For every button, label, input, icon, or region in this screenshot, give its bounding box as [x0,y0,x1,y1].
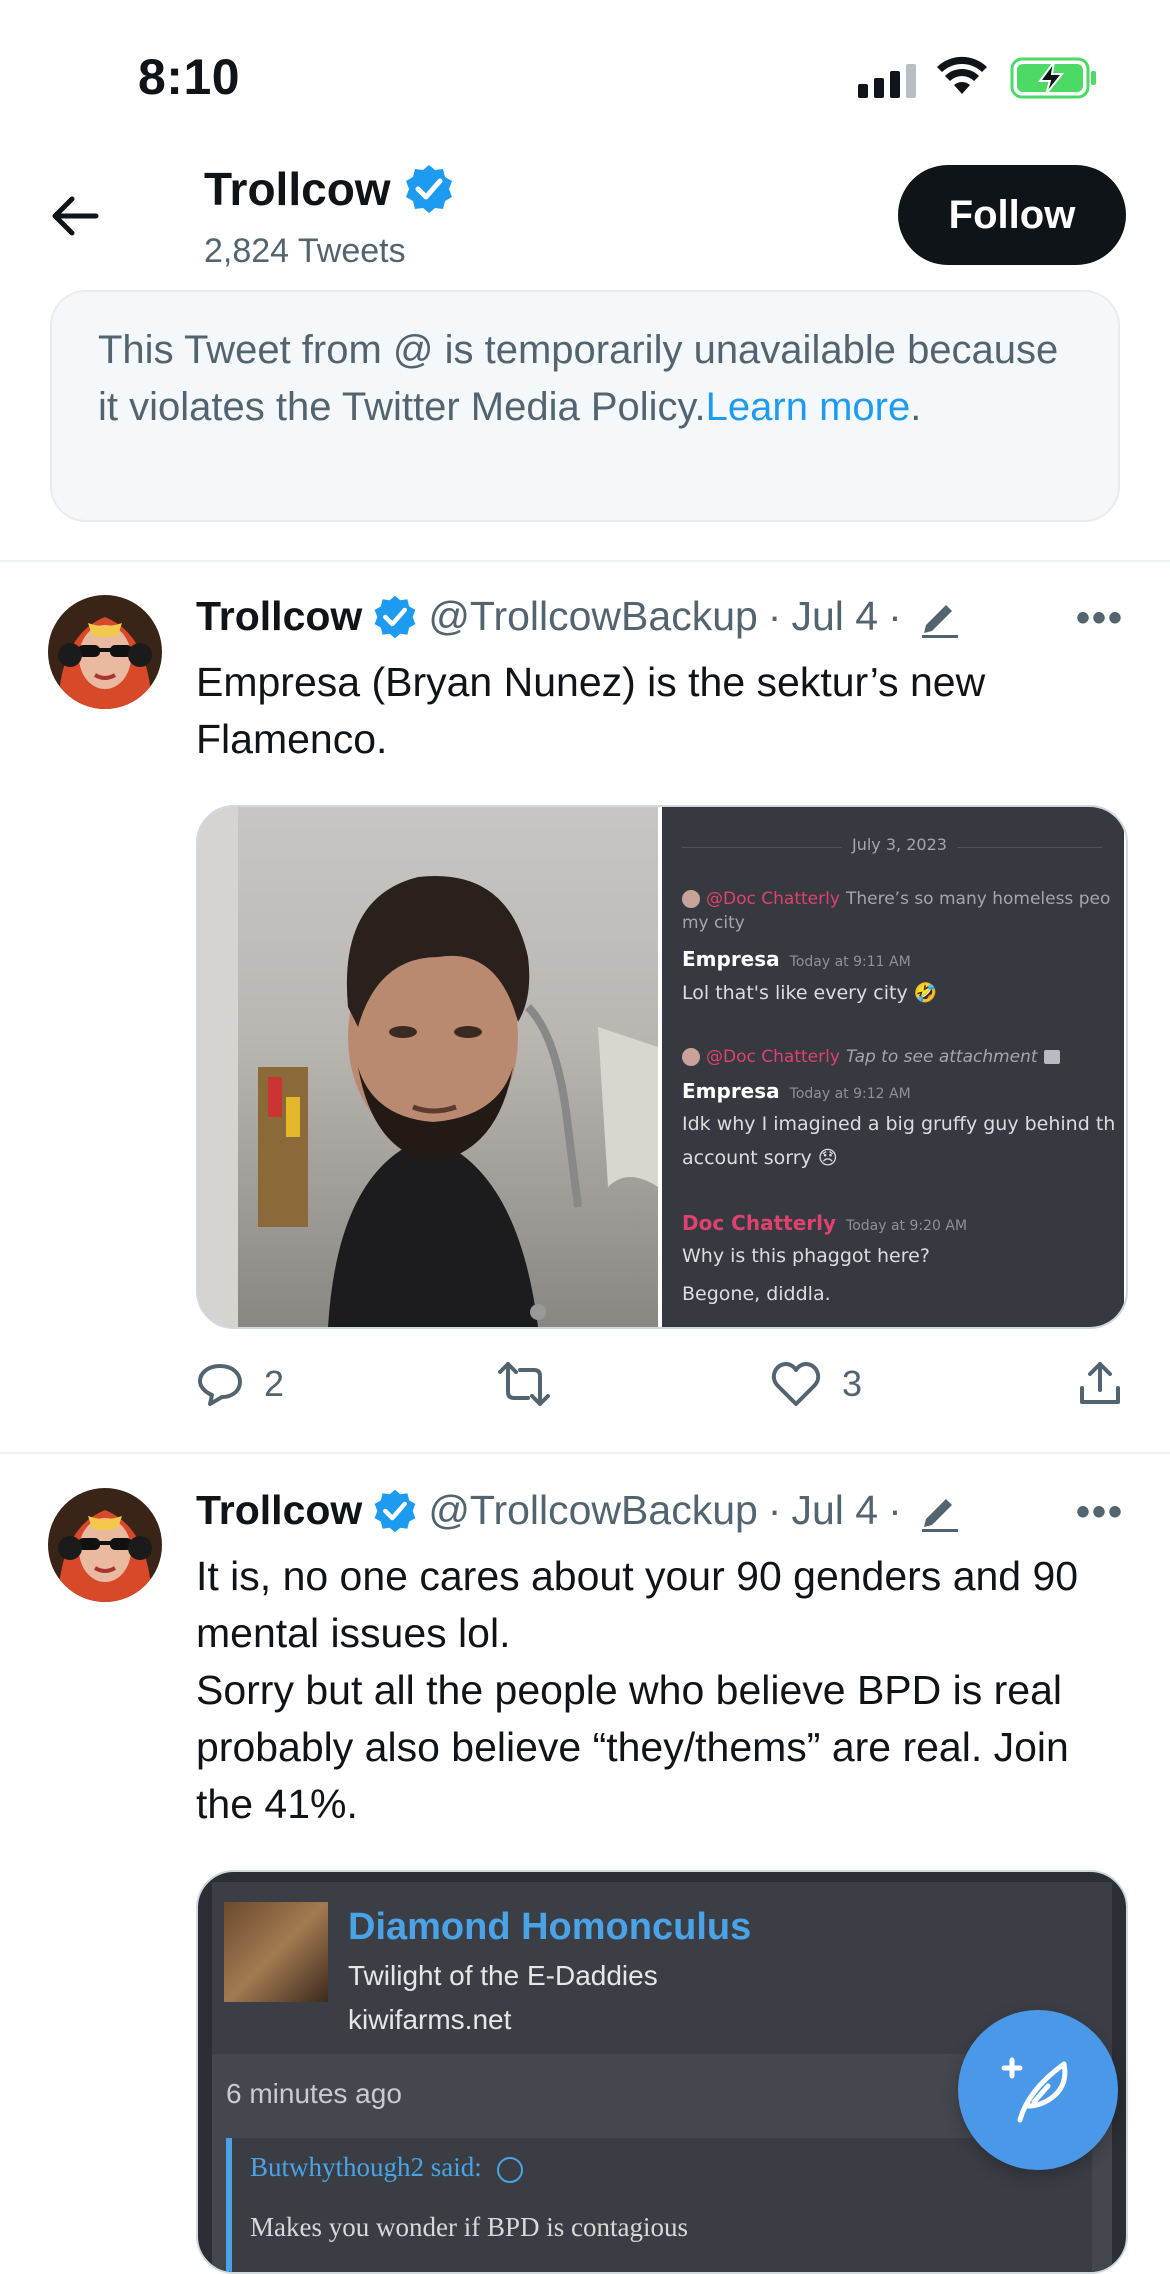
heart-icon [771,1362,821,1406]
post-time-ago: 6 minutes ago [226,2078,402,2109]
retweet-button[interactable] [496,1360,572,1408]
more-options-icon[interactable]: ••• [1076,1490,1124,1535]
tweet-date[interactable]: Jul 4 [791,1487,878,1534]
compose-tweet-button[interactable] [958,2010,1118,2170]
battery-charging-icon [1010,57,1096,99]
tweet-author-name[interactable]: Trollcow [196,593,362,640]
like-button[interactable]: 3 [770,1360,862,1408]
tweet-header: Trollcow @TrollcowBackup · Jul 4 · [196,1487,962,1534]
verified-badge-icon [374,595,416,638]
separator-dot: · [888,1487,902,1533]
quote-text: Makes you wonder if BPD is contagious [250,2212,688,2242]
discord-message-header: Doc Chatterly Today at 9:20 AM [682,1211,968,1235]
share-button[interactable] [1076,1360,1124,1408]
avatar[interactable] [48,595,162,709]
edited-pencil-icon[interactable] [918,595,962,639]
tweet-text: It is, no one cares about your 90 gender… [196,1553,1079,1827]
thread-subtitle: Twilight of the E-Daddies [348,1960,658,1991]
tweet-text: Empresa (Bryan Nunez) is the sektur’s ne… [196,659,986,762]
discord-screenshot[interactable]: July 3, 2023 @Doc Chatterly There’s so m… [658,807,1124,1327]
profile-name: Trollcow [204,163,391,215]
wifi-icon [937,56,987,94]
edited-pencil-icon[interactable] [918,1489,962,1533]
discord-reply-wrap: my city [682,913,745,933]
verified-badge-icon [374,1489,416,1532]
status-time: 8:10 [138,49,241,105]
learn-more-link[interactable]: Learn more [706,385,911,429]
separator-dot: · [888,593,902,639]
reply-button[interactable]: 2 [196,1360,284,1408]
verified-badge-icon [405,165,452,213]
tweet-media[interactable]: July 3, 2023 @Doc Chatterly There’s so m… [196,805,1128,1329]
notice-period: . [910,385,922,429]
profile-header-name: Trollcow [204,162,455,216]
image-attachment-icon [1043,1049,1060,1064]
discord-message-text: Idk why I imagined a big gruffy guy behi… [682,1113,1116,1135]
divider [0,560,1170,562]
avatar[interactable] [48,1488,162,1602]
arrow-up-circle-icon [496,2156,523,2183]
discord-message-text: Why is this phaggot here? [682,1245,930,1267]
card-domain: kiwifarms.net [348,2004,512,2035]
tweet-author-handle[interactable]: @TrollcowBackup [428,1487,757,1534]
discord-message-text: account sorry 😞 [682,1147,838,1169]
tweet-header: Trollcow @TrollcowBackup · Jul 4 · [196,593,962,640]
tweet-count: 2,824 Tweets [204,232,406,270]
divider [0,1452,1170,1454]
quote-author: Butwhythough2 said: [250,2152,523,2183]
separator-dot: · [767,1487,782,1533]
discord-reply-line: @Doc Chatterly Tap to see attachment [682,1045,1060,1067]
retweet-icon [498,1362,550,1406]
cellular-signal-icon [858,60,916,98]
small-avatar-icon [682,1047,700,1066]
tweet-actions: 2 3 [196,1360,1126,1420]
discord-message-text: Begone, diddla. [682,1283,831,1305]
back-arrow-icon[interactable] [50,195,100,237]
more-options-icon[interactable]: ••• [1076,596,1124,641]
selfie-photo[interactable] [198,807,658,1327]
thread-thumbnail [224,1902,328,2002]
discord-message-header: Empresa Today at 9:11 AM [682,947,911,971]
discord-message-text: Lol that's like every city 🤣 [682,982,938,1004]
discord-message-header: Empresa Today at 9:12 AM [682,1079,911,1103]
share-icon [1080,1362,1120,1404]
discord-reply-line: @Doc Chatterly There’s so many homeless … [682,887,1110,909]
separator-dot: · [767,593,782,639]
like-count: 3 [842,1363,863,1404]
discord-date-divider: July 3, 2023 [842,835,957,854]
tweet-date[interactable]: Jul 4 [791,593,878,640]
tweet-author-handle[interactable]: @TrollcowBackup [428,593,757,640]
follow-button[interactable]: Follow [898,165,1126,265]
compose-feather-icon [1001,2057,1068,2123]
reply-count: 2 [264,1363,285,1404]
thread-title[interactable]: Diamond Homonculus [348,1906,751,1949]
reply-icon [198,1364,242,1406]
unavailable-tweet-notice: This Tweet from @ is temporarily unavail… [50,290,1120,522]
small-avatar-icon [682,889,700,908]
tweet-author-name[interactable]: Trollcow [196,1487,362,1534]
